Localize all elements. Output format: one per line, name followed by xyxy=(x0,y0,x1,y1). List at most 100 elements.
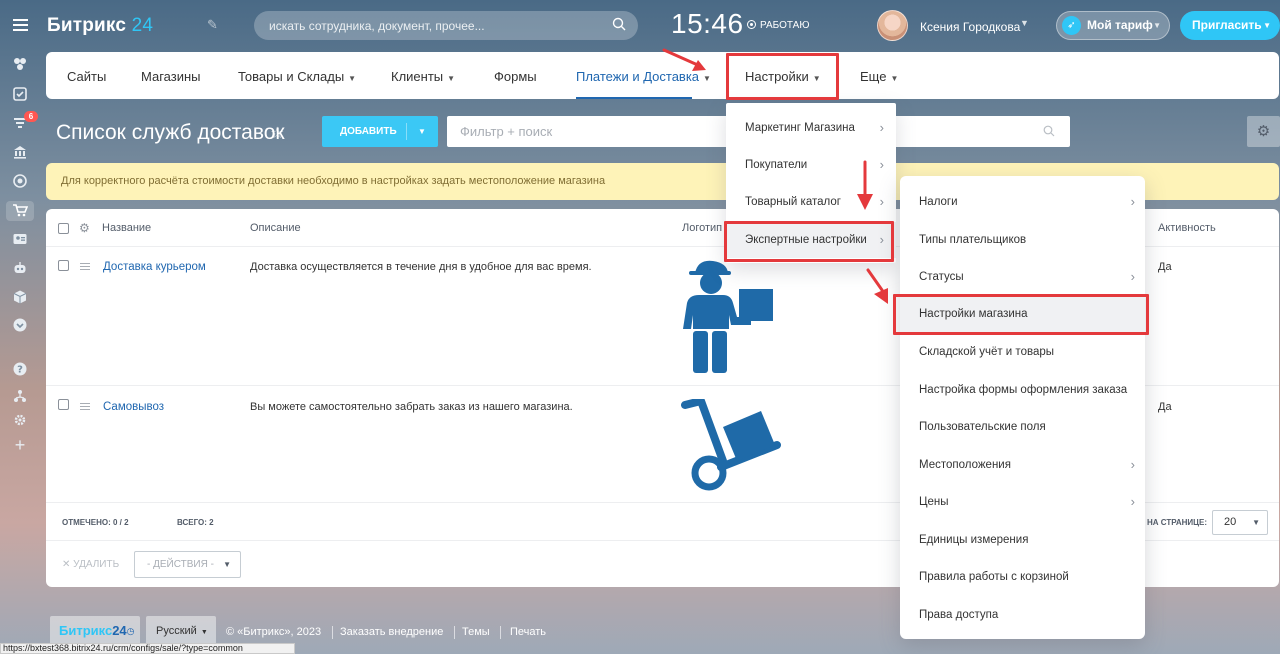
column-header-name[interactable]: Название xyxy=(102,222,151,234)
menu-item-order-form[interactable]: Настройка формы оформления заказа xyxy=(900,380,1145,400)
menu-item-label: Статусы xyxy=(919,271,964,283)
menu-icon[interactable] xyxy=(13,19,28,31)
chevron-down-circle-icon[interactable] xyxy=(11,317,29,335)
order-implementation-link[interactable]: Заказать внедрение xyxy=(340,626,443,638)
contact-card-icon[interactable] xyxy=(11,231,29,249)
menu-item-label: Единицы измерения xyxy=(919,534,1029,546)
settings-highlight xyxy=(726,53,839,100)
svg-text:?: ? xyxy=(17,365,23,376)
work-status[interactable]: РАБОТАЮ xyxy=(747,20,809,31)
menu-item-label: Местоположения xyxy=(919,459,1011,471)
target-icon[interactable] xyxy=(11,173,29,191)
per-page-select[interactable]: 20 ▼ xyxy=(1212,510,1268,535)
nav-item-shops[interactable]: Магазины xyxy=(141,69,201,84)
row-checkbox[interactable] xyxy=(58,399,69,410)
search-icon[interactable] xyxy=(1043,125,1055,137)
nav-label: Еще xyxy=(860,69,887,84)
page-title: Список служб доставок xyxy=(56,121,285,144)
logo-number: 24 xyxy=(131,15,154,36)
actions-select[interactable]: - ДЕЙСТВИЯ - ▼ xyxy=(134,551,241,578)
menu-item-units[interactable]: Единицы измерения xyxy=(900,530,1145,550)
row-name-link[interactable]: Доставка курьером xyxy=(103,261,206,273)
structure-icon[interactable] xyxy=(11,388,29,406)
notification-badge: 6 xyxy=(24,111,38,122)
user-name[interactable]: Ксения Городкова xyxy=(920,20,1020,34)
marked-value: 0 / 2 xyxy=(112,518,129,527)
language-select[interactable]: Русский ▼ xyxy=(146,616,216,646)
app-logo[interactable]: Битрикс 24 xyxy=(47,15,153,37)
select-all-checkbox[interactable] xyxy=(58,223,69,234)
menu-item-prices[interactable]: Цены › xyxy=(900,492,1145,512)
column-settings-gear-icon[interactable]: ⚙ xyxy=(79,221,90,235)
user-menu-chevron-down-icon[interactable]: ▼ xyxy=(1020,18,1029,28)
tasks-icon[interactable] xyxy=(11,86,29,104)
arrow-to-settings-icon xyxy=(662,48,706,71)
nav-item-products[interactable]: Товары и Склады ▼ xyxy=(238,69,356,84)
nav-item-sites[interactable]: Сайты xyxy=(67,69,106,84)
edit-pencil-icon[interactable]: ✎ xyxy=(207,17,218,33)
row-checkbox[interactable] xyxy=(58,260,69,271)
menu-item-user-fields[interactable]: Пользовательские поля xyxy=(900,417,1145,437)
menu-item-taxes[interactable]: Налоги › xyxy=(900,192,1145,212)
footer-logo[interactable]: Битрикс24◷ xyxy=(50,616,140,646)
tariff-button[interactable]: ➶ Мой тариф ▼ xyxy=(1056,11,1170,40)
menu-item-access-rights[interactable]: Права доступа xyxy=(900,605,1145,625)
menu-item-locations[interactable]: Местоположения › xyxy=(900,455,1145,475)
add-dropdown-chevron-down-icon[interactable]: ▼ xyxy=(418,116,426,147)
chevron-down-icon: ▼ xyxy=(223,560,231,569)
cart-icon[interactable] xyxy=(11,202,29,220)
delete-button[interactable]: ✕ УДАЛИТЬ xyxy=(62,559,119,570)
chevron-right-icon: › xyxy=(879,120,884,135)
add-button[interactable]: ДОБАВИТЬ ▼ xyxy=(322,116,438,147)
favorite-star-icon[interactable]: ☆ xyxy=(270,123,284,143)
nav-label: Магазины xyxy=(141,69,201,84)
top-bar: Битрикс 24 ✎ 15:46 РАБОТАЮ Ксения Городк… xyxy=(40,0,1280,50)
invite-button[interactable]: Пригласить ▼ xyxy=(1180,11,1280,40)
menu-item-statuses[interactable]: Статусы › xyxy=(900,267,1145,287)
cube-icon[interactable] xyxy=(11,289,29,307)
nav-item-forms[interactable]: Формы xyxy=(494,69,537,84)
help-icon[interactable]: ? xyxy=(11,361,29,379)
print-link[interactable]: Печать xyxy=(510,626,546,638)
column-header-active[interactable]: Активность xyxy=(1158,222,1216,234)
page-settings-gear-icon[interactable]: ⚙ xyxy=(1247,116,1280,147)
column-header-description[interactable]: Описание xyxy=(250,222,301,234)
footer-separator xyxy=(332,626,333,639)
chevron-down-icon: ▼ xyxy=(447,74,456,83)
rocket-icon: ➶ xyxy=(1062,16,1081,35)
menu-item-warehouse[interactable]: Складской учёт и товары xyxy=(900,342,1145,362)
themes-link[interactable]: Темы xyxy=(462,626,490,638)
menu-item-payer-types[interactable]: Типы плательщиков xyxy=(900,230,1145,250)
drag-handle-icon[interactable] xyxy=(80,403,90,410)
chevron-down-icon: ▼ xyxy=(200,629,208,636)
chevron-down-icon: ▼ xyxy=(1252,518,1260,527)
chevron-right-icon: › xyxy=(1130,494,1135,509)
avatar[interactable] xyxy=(877,10,908,41)
drag-handle-icon[interactable] xyxy=(80,263,90,270)
language-label: Русский xyxy=(156,625,197,637)
menu-item-cart-rules[interactable]: Правила работы с корзиной xyxy=(900,567,1145,587)
menu-item-marketing[interactable]: Маркетинг Магазина › xyxy=(726,118,896,138)
row-active: Да xyxy=(1158,261,1172,273)
copyright: © «Битрикс», 2023 xyxy=(226,626,322,638)
gear-icon[interactable] xyxy=(11,412,29,430)
row-description: Доставка осуществляется в течение дня в … xyxy=(250,261,592,273)
global-search-input[interactable] xyxy=(254,11,594,40)
column-header-logo[interactable]: Логотип xyxy=(682,222,722,234)
flower-icon[interactable] xyxy=(11,56,29,74)
delete-label: УДАЛИТЬ xyxy=(73,559,120,570)
search-icon[interactable] xyxy=(612,17,626,31)
expert-settings-highlight xyxy=(724,221,894,262)
nav-item-clients[interactable]: Клиенты ▼ xyxy=(391,69,455,84)
plus-icon[interactable]: + xyxy=(11,436,29,454)
hand-truck-icon xyxy=(681,397,793,494)
chevron-right-icon: › xyxy=(1130,457,1135,472)
robot-icon[interactable] xyxy=(11,260,29,278)
clock[interactable]: 15:46 xyxy=(671,8,744,40)
row-name-link[interactable]: Самовывоз xyxy=(103,401,164,413)
shop-settings-highlight xyxy=(893,294,1149,335)
nav-item-more[interactable]: Еще ▼ xyxy=(860,69,898,84)
bank-icon[interactable] xyxy=(11,144,29,162)
close-icon: ✕ xyxy=(62,559,71,570)
menu-item-label: Типы плательщиков xyxy=(919,234,1027,246)
